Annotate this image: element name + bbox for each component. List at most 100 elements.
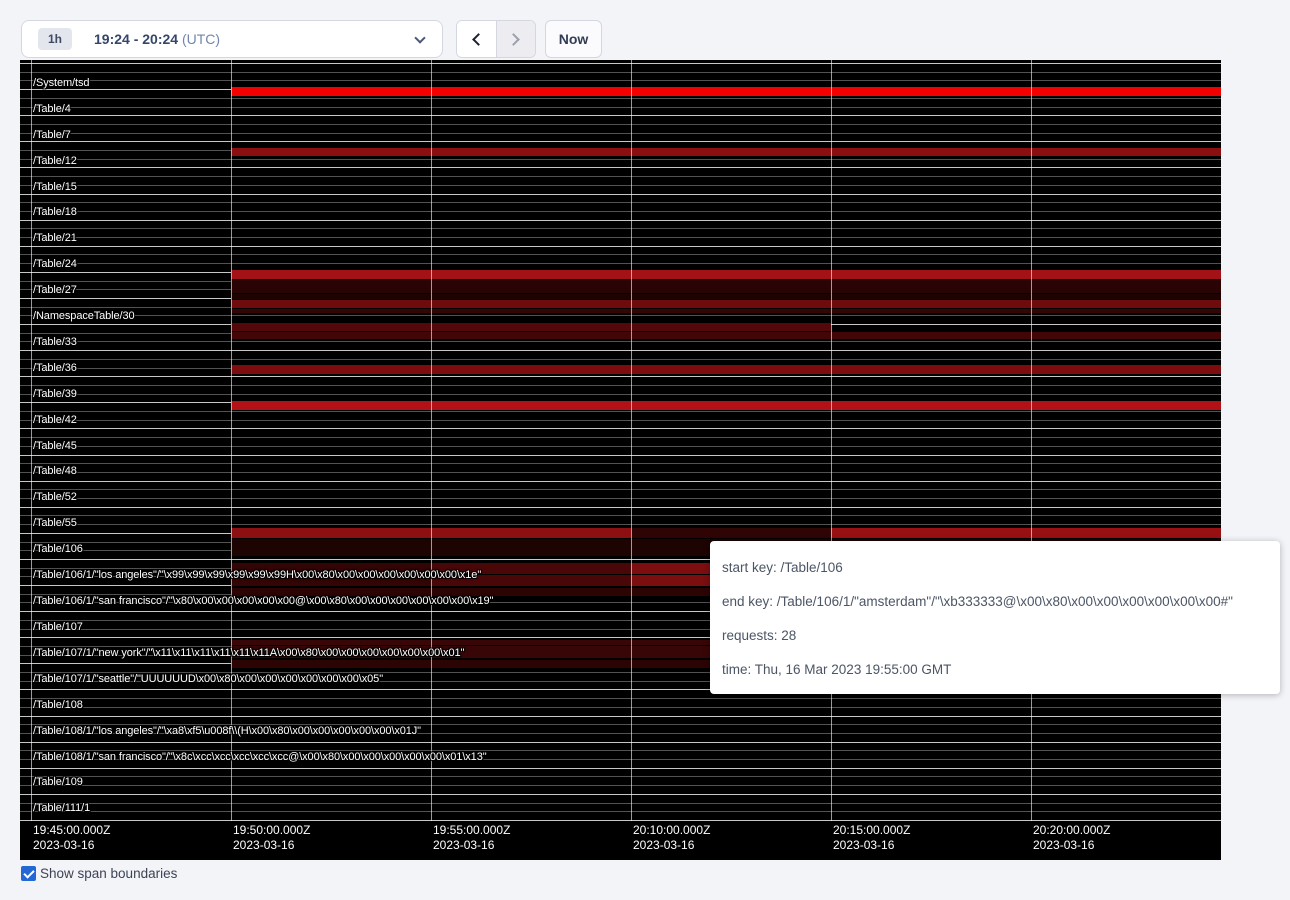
row-key-label: /Table/15	[33, 181, 77, 193]
span-boundary-line	[20, 254, 1221, 255]
row-key-label: /Table/107	[33, 621, 83, 633]
span-boundary-line	[20, 420, 1221, 421]
span-boundary-line	[20, 515, 1221, 516]
heat-band[interactable]	[231, 365, 1221, 374]
row-key-label: /Table/108/1/"san francisco"/"\x8c\xcc\x…	[33, 751, 487, 763]
time-axis-date: 2023-03-16	[633, 838, 710, 853]
row-key-label: /Table/24	[33, 258, 77, 270]
time-axis-time: 19:50:00.000Z	[233, 823, 310, 838]
span-boundary-line	[20, 185, 1221, 186]
row-key-label: /Table/107/1/"new york"/"\x11\x11\x11\x1…	[33, 647, 464, 659]
time-axis-label: 19:55:00.000Z2023-03-16	[433, 823, 510, 853]
heat-band[interactable]	[231, 280, 1221, 293]
heat-band[interactable]	[231, 270, 1221, 279]
row-key-label: /Table/42	[33, 414, 77, 426]
tooltip-time: time: Thu, 16 Mar 2023 19:55:00 GMT	[722, 653, 1268, 687]
heat-band[interactable]	[231, 300, 1221, 308]
show-span-boundaries-checkbox[interactable]	[21, 866, 36, 881]
heat-band[interactable]	[231, 148, 1221, 156]
span-boundary-line	[20, 811, 1221, 812]
time-axis-date: 2023-03-16	[833, 838, 910, 853]
row-key-label: /Table/18	[33, 206, 77, 218]
hover-tooltip: start key: /Table/106 end key: /Table/10…	[710, 541, 1280, 694]
prev-time-button[interactable]	[457, 21, 496, 57]
tooltip-requests: requests: 28	[722, 619, 1268, 653]
chevron-right-icon	[508, 33, 521, 46]
row-key-label: /Table/45	[33, 440, 77, 452]
span-boundary-line	[20, 124, 1221, 125]
time-window-badge: 1h	[38, 28, 72, 50]
span-boundary-line	[20, 472, 1221, 473]
time-axis-label: 19:45:00.000Z2023-03-16	[33, 823, 110, 853]
time-axis-time: 19:45:00.000Z	[33, 823, 110, 838]
time-range-text: 19:24 - 20:24	[94, 31, 178, 47]
time-axis-label: 20:10:00.000Z2023-03-16	[633, 823, 710, 853]
heat-band[interactable]	[231, 87, 1221, 96]
span-boundary-line	[20, 428, 1221, 429]
time-bucket-line	[31, 60, 32, 821]
span-boundary-line	[20, 411, 1221, 412]
row-key-label: /System/tsd	[33, 77, 89, 89]
heat-band[interactable]	[231, 309, 1221, 313]
row-key-label: /Table/111/1	[33, 802, 90, 814]
span-boundary-line	[20, 455, 1221, 456]
row-key-label: /Table/4	[33, 103, 71, 115]
span-boundary-line	[20, 115, 1221, 116]
next-time-button[interactable]	[496, 21, 535, 57]
row-key-label: /Table/36	[33, 362, 77, 374]
span-boundary-line	[20, 446, 1221, 447]
span-boundary-line	[20, 98, 1221, 99]
time-axis-date: 2023-03-16	[433, 838, 510, 853]
span-boundary-line	[20, 524, 1221, 525]
time-axis-date: 2023-03-16	[33, 838, 110, 853]
span-boundary-line	[20, 72, 1221, 73]
time-axis-label: 20:20:00.000Z2023-03-16	[1033, 823, 1110, 853]
row-key-label: /Table/108/1/"los angeles"/"\xa8\xf5\u00…	[33, 725, 421, 737]
span-boundary-line	[20, 698, 1221, 699]
tooltip-end-key: end key: /Table/106/1/"amsterdam"/"\xb33…	[722, 585, 1268, 619]
span-boundary-line	[20, 63, 1221, 64]
time-nav-group	[456, 20, 536, 58]
heat-band[interactable]	[231, 294, 1221, 299]
span-boundary-line	[20, 133, 1221, 134]
tooltip-start-key: start key: /Table/106	[722, 551, 1268, 585]
span-boundary-line	[20, 803, 1221, 804]
row-key-label: /Table/106/1/"los angeles"/"\x99\x99\x99…	[33, 569, 481, 581]
row-key-label: /Table/52	[33, 491, 77, 503]
time-range-select[interactable]: 1h 19:24 - 20:24 (UTC)	[21, 20, 443, 58]
heat-band[interactable]	[231, 323, 831, 331]
time-bucket-line	[631, 60, 632, 821]
span-boundary-line	[20, 742, 1221, 743]
span-boundary-line	[20, 776, 1221, 777]
now-button[interactable]: Now	[545, 20, 602, 58]
time-axis-time: 20:10:00.000Z	[633, 823, 710, 838]
time-axis-label: 19:50:00.000Z2023-03-16	[233, 823, 310, 853]
span-boundary-line	[20, 359, 1221, 360]
row-key-label: /Table/27	[33, 284, 77, 296]
span-boundary-line	[20, 141, 1221, 142]
span-boundary-line	[20, 481, 1221, 482]
time-bucket-line	[231, 60, 232, 821]
time-axis-time: 20:15:00.000Z	[833, 823, 910, 838]
span-boundary-line	[20, 785, 1221, 786]
heat-band[interactable]	[631, 528, 831, 538]
heat-band[interactable]	[231, 332, 1221, 339]
toolbar: 1h 19:24 - 20:24 (UTC) Now	[0, 0, 1290, 60]
chevron-down-icon	[414, 32, 425, 43]
span-boundary-line	[20, 820, 1221, 821]
span-boundary-line	[20, 202, 1221, 203]
heat-band[interactable]	[831, 528, 1221, 538]
span-boundary-line	[20, 176, 1221, 177]
span-boundary-line	[20, 489, 1221, 490]
row-key-label: /Table/21	[33, 232, 77, 244]
span-boundary-line	[20, 228, 1221, 229]
span-boundary-line	[20, 794, 1221, 795]
span-boundary-line	[20, 263, 1221, 264]
span-boundary-line	[20, 315, 1221, 316]
heat-band[interactable]	[231, 401, 1221, 410]
span-boundary-line	[20, 716, 1221, 717]
key-visualizer-canvas[interactable]: /System/tsd/Table/4/Table/7/Table/12/Tab…	[20, 60, 1221, 860]
row-key-label: /Table/33	[33, 336, 77, 348]
time-axis-date: 2023-03-16	[1033, 838, 1110, 853]
time-axis-label: 20:15:00.000Z2023-03-16	[833, 823, 910, 853]
